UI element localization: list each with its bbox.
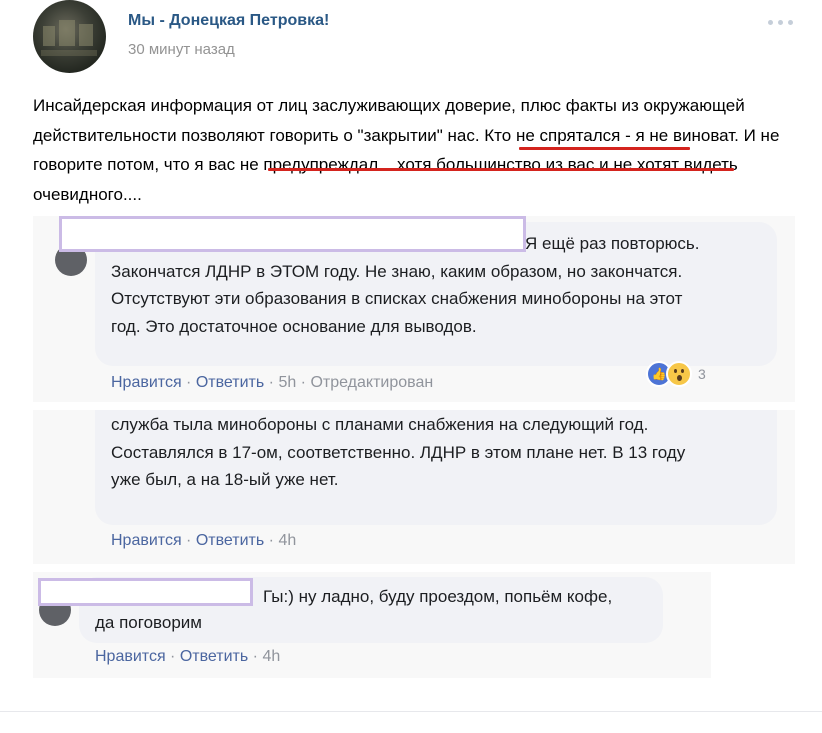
comment-actions: Нравится · Ответить · 4h	[111, 532, 297, 549]
highlight-underline	[519, 147, 690, 150]
reply-link[interactable]: Ответить	[196, 532, 264, 549]
comment-time[interactable]: 4h	[262, 648, 280, 665]
like-link[interactable]: Нравится	[111, 374, 182, 391]
highlight-underline	[268, 168, 734, 171]
reactions[interactable]: 👍 3	[646, 361, 706, 387]
comment-actions: Нравится · Ответить · 5h · Отредактирова…	[111, 374, 434, 391]
comment-screenshot: служба тыла минобороны с планами снабжен…	[33, 410, 795, 564]
redacted-name	[59, 216, 526, 252]
reply-link[interactable]: Ответить	[180, 648, 248, 665]
reply-link[interactable]: Ответить	[196, 374, 264, 391]
group-name-link[interactable]: Мы - Донецкая Петровка!	[128, 12, 329, 30]
divider	[0, 711, 822, 712]
comment-screenshot: Гы:) ну ладно, буду проездом, попьём коф…	[33, 572, 711, 678]
post-timestamp[interactable]: 30 минут назад	[128, 41, 235, 58]
comment-time[interactable]: 4h	[278, 532, 296, 549]
comment-screenshot: Я ещё раз повторюсь. Закончатся ЛДНР в Э…	[33, 216, 795, 402]
comment-actions: Нравится · Ответить · 4h	[95, 648, 281, 665]
like-link[interactable]: Нравится	[111, 532, 182, 549]
post-text: Инсайдерская информация от лиц заслужива…	[33, 96, 780, 204]
like-link[interactable]: Нравится	[95, 648, 166, 665]
more-dots-icon[interactable]	[768, 16, 798, 28]
comment-time[interactable]: 5h	[278, 374, 296, 391]
group-avatar[interactable]	[33, 0, 106, 73]
redacted-name	[38, 578, 253, 606]
edited-label: Отредактирован	[310, 374, 434, 391]
comment-text: служба тыла минобороны с планами снабжен…	[111, 415, 686, 489]
wow-reaction-icon	[666, 361, 692, 387]
reaction-count: 3	[698, 366, 706, 382]
